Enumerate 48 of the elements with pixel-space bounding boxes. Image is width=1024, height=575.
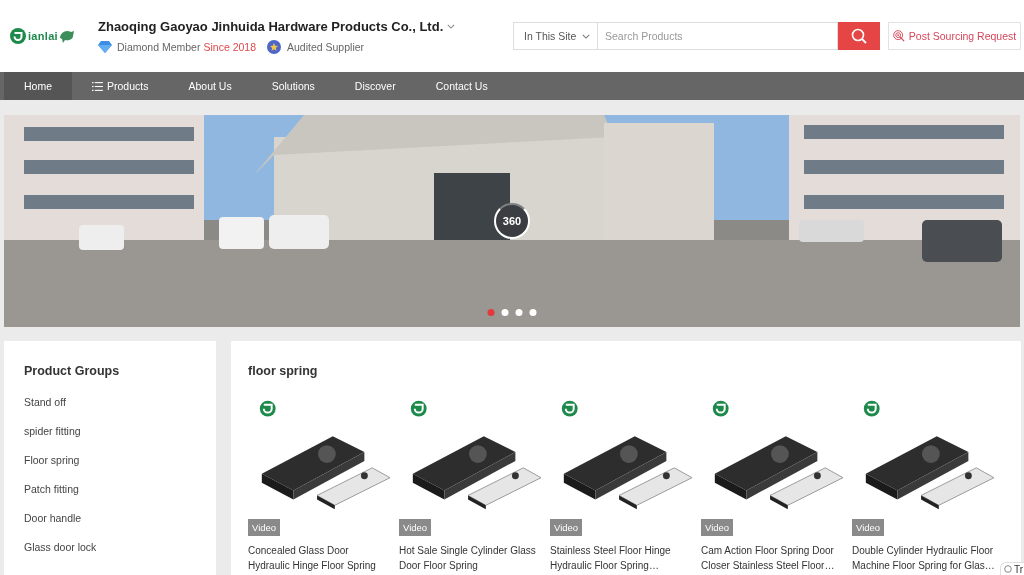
product-title-link[interactable]: Double Cylinder Hydraulic Floor Machine Floor Spring for Glas… (852, 543, 997, 573)
section-title: floor spring (248, 363, 319, 379)
logo-mark-icon (10, 28, 26, 44)
logo-wordmark: ianlai (28, 30, 58, 42)
video-badge: Video (701, 519, 734, 536)
nav-tab[interactable]: About Us (168, 72, 252, 100)
video-badge: Video (852, 519, 885, 536)
list-icon (92, 81, 103, 91)
scope-dropdown[interactable]: In This Site (513, 22, 598, 50)
audit-label: Audited Supplier (287, 40, 365, 53)
carousel-dot[interactable] (515, 309, 523, 316)
carousel-dot[interactable] (529, 309, 537, 316)
chevron-down-icon (582, 33, 591, 39)
membership-label: Diamond Member (117, 40, 201, 53)
search-icon (851, 28, 867, 44)
video-badge: Video (248, 519, 281, 536)
category-link[interactable]: spider fitting (24, 417, 81, 446)
search-field[interactable]: Search Products (598, 22, 838, 50)
target-icon (892, 30, 905, 42)
diamond-icon (98, 40, 112, 53)
company-name: Zhaoqing Gaoyao Jinhuida Hardware Products Co., Ltd. (98, 18, 444, 34)
nav-tab[interactable]: Discover (334, 72, 416, 100)
member-since: Since 2018 (203, 40, 256, 53)
carousel-dot[interactable] (501, 309, 509, 316)
nav-tab[interactable]: Products (72, 72, 169, 100)
carousel-dot[interactable] (487, 309, 495, 316)
product-title-link[interactable]: Hot Sale Single Cylinder Glass Door Floor Spring (399, 543, 544, 573)
category-link[interactable]: Glass door lock (24, 533, 97, 562)
product-title-link[interactable]: Cam Action Floor Spring Door Closer Stainless Steel Floor… (701, 543, 846, 573)
seal-icon (267, 39, 281, 54)
search-button[interactable] (838, 22, 880, 50)
sourcing-button[interactable]: Post Sourcing Request (888, 22, 1021, 50)
category-link[interactable]: Stand off (24, 388, 66, 417)
product-title-link[interactable]: Stainless Steel Floor Hinge Hydraulic Floor Spring… (550, 543, 695, 573)
chevron-down-icon[interactable] (447, 23, 456, 29)
video-badge: Video (399, 519, 432, 536)
video-badge: Video (550, 519, 583, 536)
category-link[interactable]: Floor spring (24, 446, 80, 475)
category-link[interactable]: Patch fitting (24, 475, 79, 504)
nav-tab[interactable]: Solutions (251, 72, 335, 100)
corner-button[interactable]: Tr (999, 562, 1024, 575)
sidebar-title: Product Groups (24, 363, 121, 379)
ring-icon (1003, 565, 1012, 573)
nav-tab[interactable]: Contact Us (415, 72, 508, 100)
nav-tab[interactable]: Home (4, 72, 72, 100)
category-link[interactable]: Door handle (24, 504, 82, 533)
leaf-icon (58, 29, 75, 43)
product-title-link[interactable]: Concealed Glass Door Hydraulic Hinge Floor Spring (248, 543, 393, 573)
